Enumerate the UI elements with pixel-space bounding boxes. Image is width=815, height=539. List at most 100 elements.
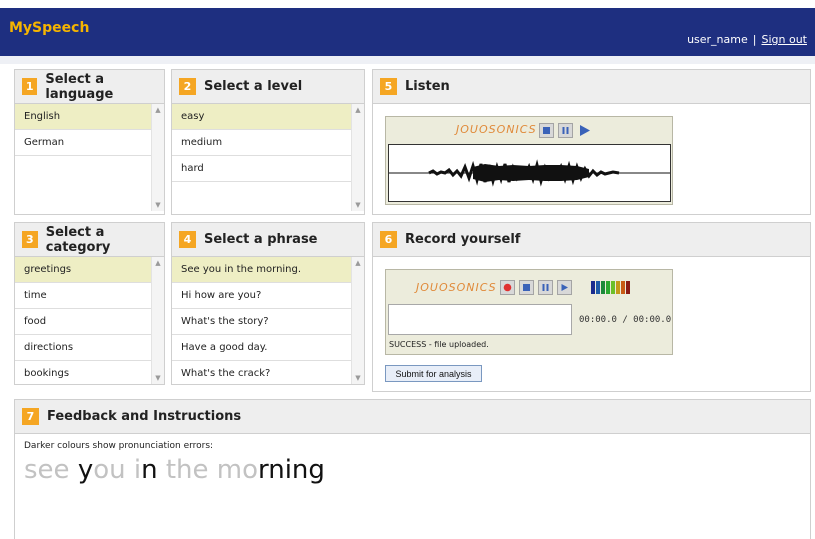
step-badge: 1 — [22, 78, 38, 95]
user-bar: user_name | Sign out — [687, 33, 807, 46]
record-timer: 00:00.0 / 00:00.0 — [579, 315, 672, 325]
level-meter — [591, 281, 630, 294]
panel-title: Select a category — [45, 224, 111, 255]
step-badge: 6 — [380, 231, 397, 248]
pause-button[interactable] — [538, 280, 553, 295]
listen-panel: 5 Listen JOUOSONICS — [372, 69, 811, 215]
feedback-segment: n — [141, 455, 158, 485]
meter-bar — [626, 281, 630, 294]
listen-panel-header: 5 Listen — [373, 70, 810, 104]
list-item[interactable]: time — [15, 283, 151, 309]
scroll-up-icon[interactable]: ▲ — [152, 104, 164, 116]
language-panel: 1 Select a language English German ▲ ▼ — [14, 69, 165, 215]
phrase-list: See you in the morning. Hi how are you? Wh… — [172, 257, 364, 384]
list-item[interactable]: easy — [172, 104, 351, 130]
recording-display — [388, 304, 572, 335]
meter-bar — [611, 281, 615, 294]
play-button[interactable] — [557, 280, 572, 295]
record-icon — [503, 283, 512, 292]
app-header: MySpeech user_name | Sign out — [0, 8, 815, 56]
listen-player: JOUOSONICS — [385, 116, 673, 205]
pause-icon — [562, 127, 569, 134]
list-item[interactable]: medium — [172, 130, 351, 156]
language-panel-header: 1 Select a language — [15, 70, 164, 104]
meter-bar — [616, 281, 620, 294]
feedback-panel: 7 Feedback and Instructions Darker colou… — [14, 399, 811, 539]
player-brand: JOUOSONICS — [456, 123, 537, 136]
category-list: greetings time food directions bookings ▲ ▼ — [15, 257, 164, 384]
scroll-down-icon[interactable]: ▼ — [152, 199, 164, 211]
step-badge: 2 — [179, 78, 196, 95]
list-item[interactable]: English — [15, 104, 151, 130]
phrase-panel-header: 4 Select a phrase — [172, 223, 364, 257]
panel-title: Listen — [405, 79, 450, 94]
scrollbar[interactable]: ▲ ▼ — [151, 257, 164, 384]
level-panel: 2 Select a level easy medium hard ▲ ▼ — [171, 69, 365, 215]
pause-button[interactable] — [558, 123, 573, 138]
stop-button[interactable] — [519, 280, 534, 295]
list-item[interactable]: Hi how are you? — [172, 283, 351, 309]
feedback-segment: rning — [258, 455, 325, 485]
scroll-down-icon[interactable]: ▼ — [352, 199, 364, 211]
scrollbar[interactable]: ▲ ▼ — [351, 257, 364, 384]
stop-button[interactable] — [539, 123, 554, 138]
scroll-down-icon[interactable]: ▼ — [152, 372, 164, 384]
scroll-down-icon[interactable]: ▼ — [352, 372, 364, 384]
play-icon — [580, 125, 590, 136]
header-subbar — [0, 56, 815, 64]
sign-out-link[interactable]: Sign out — [761, 33, 807, 46]
stop-icon — [523, 284, 530, 291]
category-list-items: greetings time food directions bookings — [15, 257, 151, 384]
list-item[interactable]: See you in the morning. — [172, 257, 351, 283]
list-item[interactable]: hard — [172, 156, 351, 182]
meter-bar — [591, 281, 595, 294]
player-brand: JOUOSONICS — [416, 281, 497, 294]
meter-bar — [596, 281, 600, 294]
feedback-panel-header: 7 Feedback and Instructions — [15, 400, 810, 434]
waveform-display — [388, 144, 671, 202]
list-item[interactable]: bookings — [15, 361, 151, 384]
scroll-up-icon[interactable]: ▲ — [152, 257, 164, 269]
language-list-items: English German — [15, 104, 151, 211]
record-player: JOUOSONICS 00:00.0 / 00:00.0 SUCCESS - f… — [385, 269, 673, 355]
meter-bar — [621, 281, 625, 294]
username: user_name — [687, 33, 748, 46]
meter-bar — [606, 281, 610, 294]
list-item[interactable]: German — [15, 130, 151, 156]
play-button[interactable] — [577, 123, 592, 138]
list-item[interactable]: What's the crack? — [172, 361, 351, 384]
scrollbar[interactable]: ▲ ▼ — [351, 104, 364, 211]
list-item[interactable]: Have a good day. — [172, 335, 351, 361]
waveform-graphic — [389, 159, 670, 187]
scroll-up-icon[interactable]: ▲ — [352, 104, 364, 116]
list-item[interactable]: food — [15, 309, 151, 335]
play-icon — [561, 284, 568, 291]
scrollbar[interactable]: ▲ ▼ — [151, 104, 164, 211]
feedback-segment: y — [77, 455, 94, 485]
list-item[interactable]: directions — [15, 335, 151, 361]
step-badge: 7 — [22, 408, 39, 425]
scroll-up-icon[interactable]: ▲ — [352, 257, 364, 269]
submit-for-analysis-button[interactable]: Submit for analysis — [385, 365, 482, 382]
pause-icon — [542, 284, 549, 291]
upload-status: SUCCESS - file uploaded. — [389, 340, 489, 349]
level-list-items: easy medium hard — [172, 104, 351, 211]
feedback-note: Darker colours show pronunciation errors… — [24, 441, 214, 451]
stop-icon — [543, 127, 550, 134]
category-panel: 3 Select a category greetings time food dir… — [14, 222, 165, 385]
level-panel-header: 2 Select a level — [172, 70, 364, 104]
feedback-phrase: see you in the morning — [24, 455, 325, 485]
phrase-list-items: See you in the morning. Hi how are you? Wh… — [172, 257, 351, 384]
panel-title: Select a phrase — [204, 232, 318, 247]
panel-title: Feedback and Instructions — [47, 409, 242, 424]
step-badge: 3 — [22, 231, 38, 248]
record-panel-header: 6 Record yourself — [373, 223, 810, 257]
record-button[interactable] — [500, 280, 515, 295]
panel-title: Select a language — [45, 71, 114, 102]
list-item[interactable]: greetings — [15, 257, 151, 283]
meter-bar — [601, 281, 605, 294]
list-item[interactable]: What's the story? — [172, 309, 351, 335]
user-separator: | — [752, 33, 757, 46]
feedback-segment: see — [24, 455, 78, 485]
panel-title: Select a level — [204, 79, 303, 94]
